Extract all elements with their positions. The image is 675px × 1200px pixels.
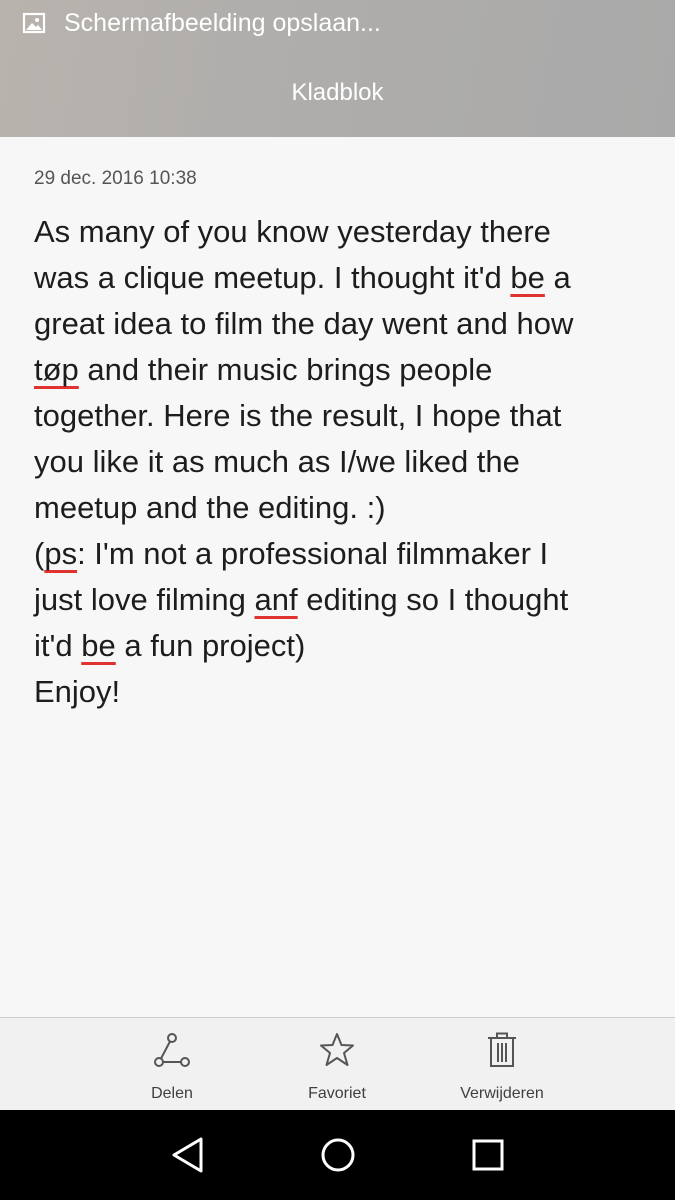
share-label: Delen (151, 1085, 193, 1102)
note-line: As many of you know yesterday there (34, 214, 551, 249)
bottom-toolbar: Delen Favoriet Verwijderen (0, 1017, 675, 1110)
delete-label: Verwijderen (460, 1085, 544, 1102)
note-timestamp: 29 dec. 2016 10:38 (34, 168, 197, 189)
note-line: meetup and the editing. :) (34, 490, 386, 525)
share-button[interactable]: Delen (102, 1018, 242, 1111)
favorite-label: Favoriet (308, 1085, 366, 1102)
spellcheck-flagged-word[interactable]: be (81, 628, 115, 663)
notification-text: Schermafbeelding opslaan... (64, 9, 381, 37)
note-line: you like it as much as I/we liked the (34, 444, 520, 479)
app-title: Kladblok (291, 79, 384, 106)
note-body[interactable]: As many of you know yesterday there was a… (34, 209, 644, 715)
home-button[interactable] (318, 1135, 358, 1175)
trash-icon (488, 1032, 516, 1067)
recents-square-icon (472, 1139, 504, 1171)
spellcheck-flagged-word[interactable]: anf (255, 582, 298, 617)
note-line: tøp and their music brings people (34, 352, 493, 387)
spellcheck-flagged-word[interactable]: tøp (34, 352, 79, 387)
favorite-button[interactable]: Favoriet (267, 1018, 407, 1111)
note-line: it'd be a fun project) (34, 628, 306, 663)
note-line: just love filming anf editing so I thoug… (34, 582, 569, 617)
note-line: was a clique meetup. I thought it'd be a (34, 260, 571, 295)
note-content[interactable]: 29 dec. 2016 10:38 As many of you know y… (0, 137, 675, 1017)
note-line: together. Here is the result, I hope tha… (34, 398, 562, 433)
delete-button[interactable]: Verwijderen (432, 1018, 572, 1111)
recents-button[interactable] (468, 1135, 508, 1175)
app-header: Schermafbeelding opslaan... Kladblok (0, 0, 675, 137)
back-triangle-icon (172, 1137, 203, 1173)
spellcheck-flagged-word[interactable]: be (510, 260, 544, 295)
image-icon (22, 12, 46, 34)
status-notification[interactable]: Schermafbeelding opslaan... (0, 0, 675, 46)
system-navbar (0, 1110, 675, 1200)
home-circle-icon (321, 1138, 355, 1172)
note-line: Enjoy! (34, 674, 121, 709)
spellcheck-flagged-word[interactable]: ps (44, 536, 77, 571)
back-button[interactable] (168, 1135, 208, 1175)
note-line: great idea to film the day went and how (34, 306, 574, 341)
share-icon (154, 1033, 190, 1067)
note-line: (ps: I'm not a professional filmmaker I (34, 536, 549, 571)
star-icon (320, 1033, 354, 1066)
